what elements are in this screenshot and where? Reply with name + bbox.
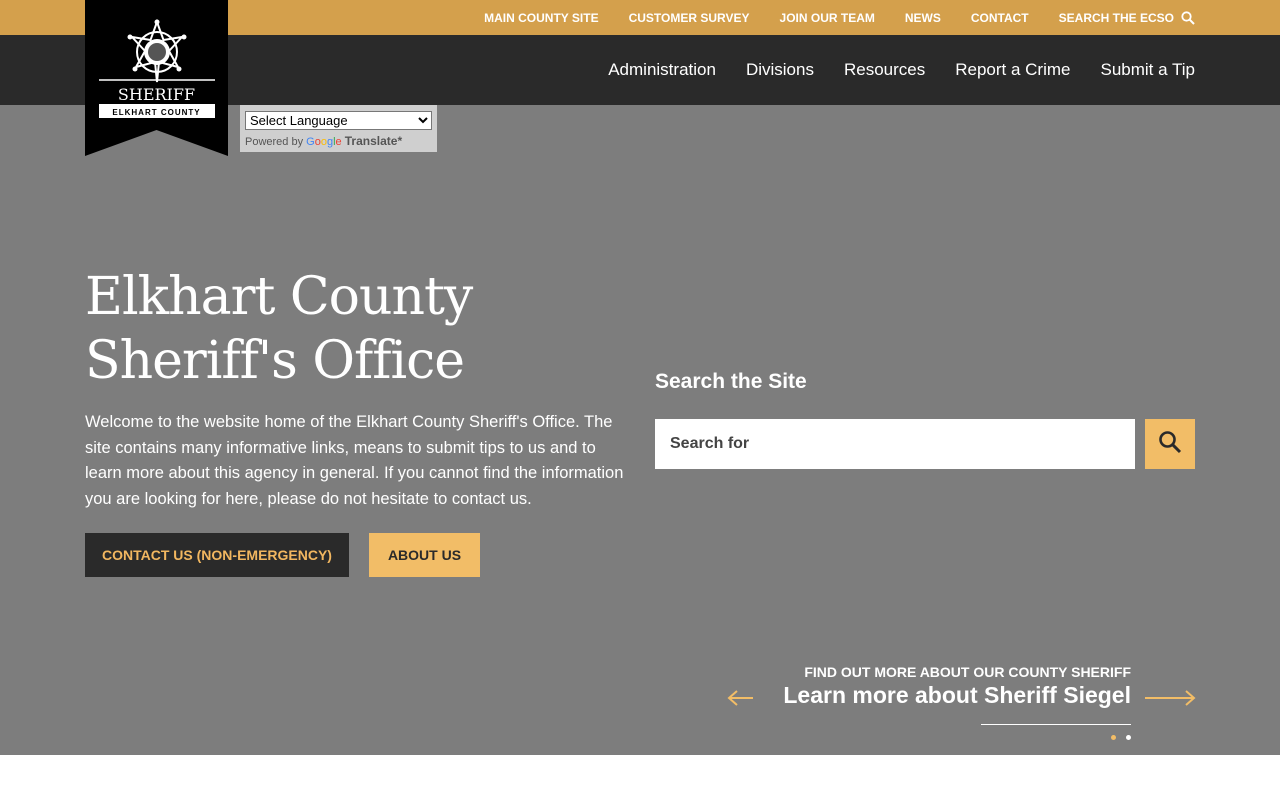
powered-by-label: Powered by bbox=[245, 136, 304, 148]
powered-by-google: Powered by Google Translate* bbox=[245, 134, 403, 148]
title-line-1: Elkhart County bbox=[85, 267, 473, 327]
arrow-right-icon bbox=[1145, 690, 1196, 706]
search-heading: Search the Site bbox=[655, 370, 807, 393]
search-ecso-link[interactable]: SEARCH THE ECSO bbox=[1059, 11, 1195, 25]
contact-us-button[interactable]: CONTACT US (NON-EMERGENCY) bbox=[85, 533, 349, 577]
search-ecso-label: SEARCH THE ECSO bbox=[1058, 10, 1174, 25]
google-wordmark: Google bbox=[306, 136, 342, 148]
hero-description: Welcome to the website home of the Elkha… bbox=[85, 413, 624, 508]
nav-item-resources[interactable]: Resources bbox=[844, 60, 925, 80]
page-title: Elkhart County Sheriff's Office bbox=[85, 265, 645, 393]
news-link[interactable]: NEWS bbox=[905, 11, 941, 25]
sheriff-logo[interactable]: SHERIFF ELKHART COUNTY bbox=[85, 0, 228, 156]
slide-title-link[interactable]: Learn more about Sheriff Siegel bbox=[783, 682, 1131, 709]
logo-title: SHERIFF bbox=[118, 85, 195, 104]
slide-kicker: FIND OUT MORE ABOUT OUR COUNTY SHERIFF bbox=[804, 664, 1131, 680]
language-select[interactable]: Select Language bbox=[245, 111, 432, 130]
site-search-input[interactable] bbox=[655, 419, 1135, 469]
contact-link[interactable]: CONTACT bbox=[971, 11, 1029, 25]
search-icon bbox=[1181, 10, 1195, 25]
main-county-site-link[interactable]: MAIN COUNTY SITE bbox=[484, 11, 598, 25]
slider-next-arrow[interactable] bbox=[1145, 688, 1197, 713]
nav-item-divisions[interactable]: Divisions bbox=[746, 60, 814, 80]
slider-dot-1[interactable] bbox=[1111, 735, 1116, 740]
site-search-button[interactable] bbox=[1145, 419, 1195, 469]
google-translate-widget: Select Language Powered by Google Transl… bbox=[240, 105, 437, 152]
slider-prev-arrow[interactable] bbox=[727, 688, 755, 713]
slider-dot-2[interactable] bbox=[1126, 735, 1131, 740]
customer-survey-link[interactable]: CUSTOMER SURVEY bbox=[629, 11, 750, 25]
utility-links: MAIN COUNTY SITE CUSTOMER SURVEY JOIN OU… bbox=[454, 0, 1195, 35]
about-us-button[interactable]: ABOUT US bbox=[369, 533, 480, 577]
search-icon bbox=[1158, 430, 1182, 459]
join-our-team-link[interactable]: JOIN OUR TEAM bbox=[780, 11, 875, 25]
title-line-2: Sheriff's Office bbox=[85, 331, 465, 391]
main-nav: Administration Divisions Resources Repor… bbox=[578, 35, 1195, 105]
slide-divider bbox=[981, 724, 1131, 725]
translate-link[interactable]: Translate bbox=[345, 134, 398, 148]
nav-item-submit-a-tip[interactable]: Submit a Tip bbox=[1101, 60, 1196, 80]
logo-subtitle: ELKHART COUNTY bbox=[112, 108, 200, 117]
nav-item-report-a-crime[interactable]: Report a Crime bbox=[955, 60, 1070, 80]
arrow-left-icon bbox=[727, 690, 753, 706]
nav-item-administration[interactable]: Administration bbox=[608, 60, 716, 80]
